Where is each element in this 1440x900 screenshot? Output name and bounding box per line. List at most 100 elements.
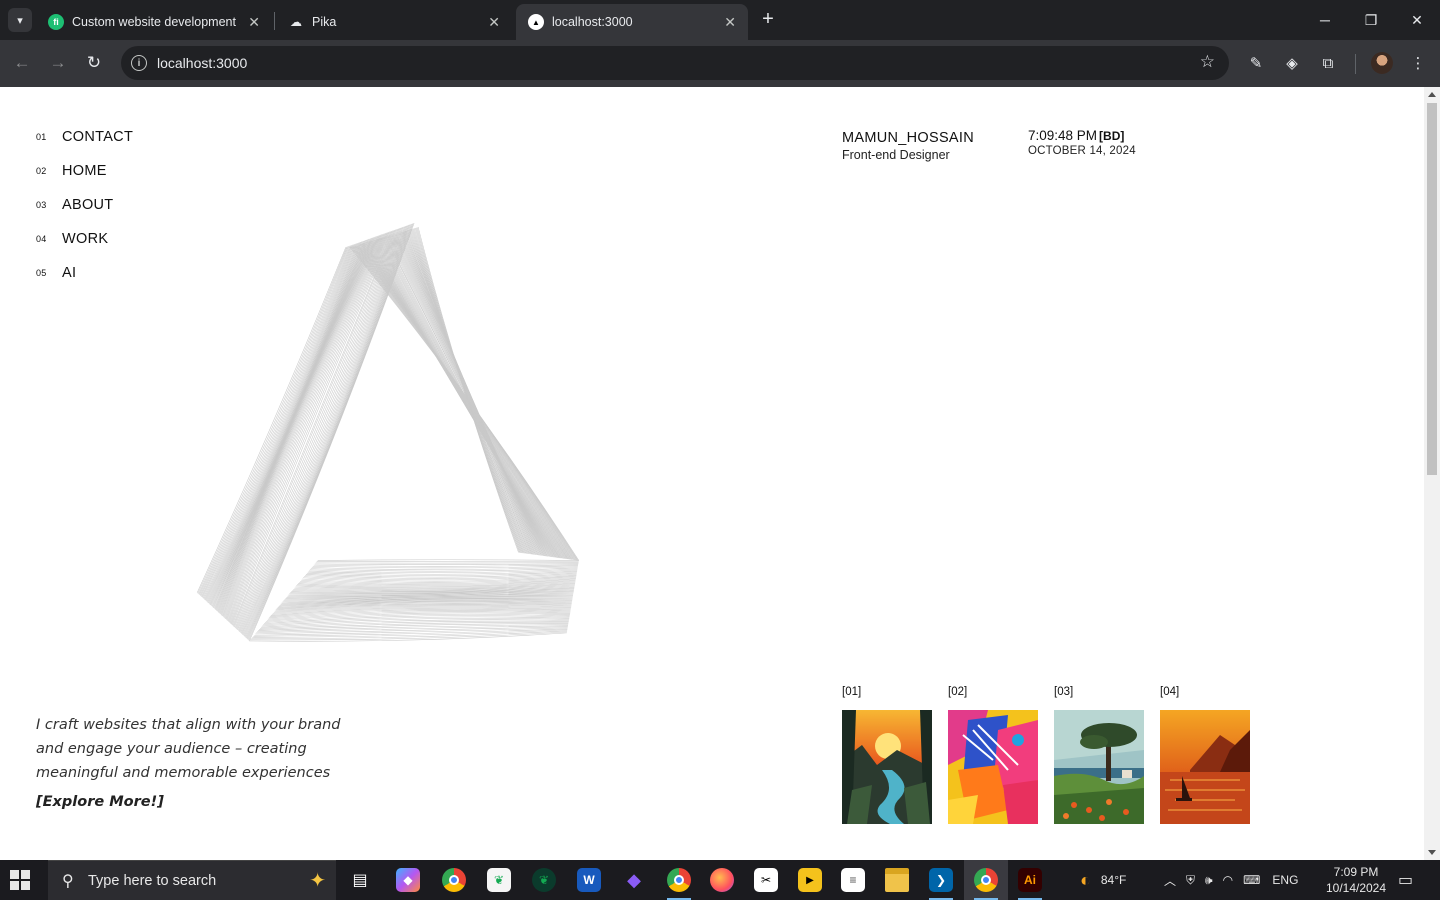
wireframe-stroke bbox=[317, 559, 579, 561]
back-arrow-icon[interactable]: ← bbox=[11, 52, 33, 74]
browser-toolbar: ← → ↻ i localhost:3000 ☆ ✎ ◈ ⧉ ⋮ bbox=[0, 40, 1440, 87]
forward-arrow-icon[interactable]: → bbox=[47, 52, 69, 74]
word-app-icon[interactable]: W bbox=[567, 860, 611, 900]
tab-title: localhost:3000 bbox=[552, 15, 633, 29]
main-menu: 01 CONTACT 02 HOME 03 ABOUT 04 WORK 05 A… bbox=[36, 129, 133, 299]
bookmark-star-icon[interactable]: ☆ bbox=[1200, 52, 1215, 72]
site-info-icon[interactable]: i bbox=[131, 55, 147, 71]
menu-number: 04 bbox=[36, 234, 47, 244]
clock-time: 7:09:48 PM bbox=[1028, 128, 1098, 143]
task-view-icon[interactable]: ▤ bbox=[338, 860, 382, 900]
menu-number: 01 bbox=[36, 132, 47, 142]
reload-icon[interactable]: ↻ bbox=[83, 52, 105, 74]
menu-label[interactable]: HOME bbox=[62, 163, 107, 179]
window-close-icon[interactable]: ✕ bbox=[1394, 0, 1440, 40]
gallery-item-1[interactable]: [01] bbox=[842, 686, 932, 824]
taskbar-time: 7:09 PM bbox=[1333, 865, 1379, 879]
tab-pika[interactable]: ☁ Pika ✕ bbox=[276, 4, 512, 40]
gallery-thumbnail-tree-landscape[interactable] bbox=[1054, 710, 1144, 824]
tab-title: Custom website development s bbox=[72, 15, 241, 29]
menu-label[interactable]: AI bbox=[62, 265, 76, 281]
explore-more-link[interactable]: [Explore More!] bbox=[36, 794, 164, 810]
language-indicator[interactable]: ENG bbox=[1272, 873, 1298, 887]
menu-label[interactable]: CONTACT bbox=[62, 129, 133, 145]
firefox-app-icon[interactable] bbox=[700, 860, 744, 900]
menu-item-ai[interactable]: 05 AI bbox=[36, 265, 133, 299]
scrollbar-thumb[interactable] bbox=[1427, 103, 1437, 475]
vscode-app-icon[interactable]: ❯ bbox=[919, 860, 963, 900]
gallery-item-3[interactable]: [03] bbox=[1054, 686, 1144, 824]
toolbar-divider bbox=[1355, 54, 1356, 74]
menu-label[interactable]: WORK bbox=[62, 231, 108, 247]
wireframe-stroke bbox=[406, 230, 530, 555]
menu-number: 02 bbox=[36, 166, 47, 176]
menu-number: 03 bbox=[36, 200, 47, 210]
weather-widget[interactable]: ◐ 84°F bbox=[1080, 860, 1126, 900]
menu-item-work[interactable]: 04 WORK bbox=[36, 231, 133, 265]
clock-date: OCTOBER 14, 2024 bbox=[1028, 145, 1136, 157]
wireframe-triangle-artwork bbox=[196, 222, 580, 642]
tab-fiverr[interactable]: fi Custom website development s ✕ bbox=[36, 4, 272, 40]
security-shield-icon[interactable]: ⛨ bbox=[1186, 873, 1195, 888]
chrome-app-icon[interactable] bbox=[432, 860, 476, 900]
scroll-up-icon[interactable] bbox=[1428, 92, 1436, 97]
copilot-sparkle-icon[interactable]: ✦ bbox=[309, 868, 326, 893]
address-bar[interactable]: i localhost:3000 ☆ bbox=[121, 46, 1229, 80]
restore-icon[interactable]: ❐ bbox=[1348, 0, 1394, 40]
chrome-active-app-icon[interactable] bbox=[964, 860, 1008, 900]
page-viewport: 01 CONTACT 02 HOME 03 ABOUT 04 WORK 05 A… bbox=[0, 87, 1424, 860]
new-tab-icon[interactable]: + bbox=[756, 8, 780, 31]
show-hidden-icons-chevron-icon[interactable]: ︿ bbox=[1164, 872, 1176, 889]
page-scrollbar[interactable] bbox=[1424, 87, 1440, 860]
gallery-thumbnail-abstract-paint[interactable] bbox=[948, 710, 1038, 824]
mongodb-compass-icon[interactable]: ❦ bbox=[477, 860, 521, 900]
profile-avatar[interactable] bbox=[1371, 52, 1393, 74]
mongodb-icon[interactable]: ❦ bbox=[522, 860, 566, 900]
close-tab-icon[interactable]: ✕ bbox=[488, 14, 500, 31]
gallery-thumbnail-sailboat-sunset[interactable] bbox=[1160, 710, 1250, 824]
extension-icon[interactable]: ◈ bbox=[1281, 52, 1303, 74]
menu-kebab-icon[interactable]: ⋮ bbox=[1407, 52, 1429, 74]
tab-localhost[interactable]: ▲ localhost:3000 ✕ bbox=[516, 4, 748, 40]
address-url[interactable]: localhost:3000 bbox=[157, 55, 247, 71]
scroll-down-icon[interactable] bbox=[1428, 850, 1436, 855]
capcut-app-icon[interactable]: ✂ bbox=[744, 860, 788, 900]
browser-tab-bar: ▾ fi Custom website development s ✕ ☁ Pi… bbox=[0, 0, 1440, 40]
close-tab-icon[interactable]: ✕ bbox=[248, 14, 260, 31]
system-tray: ︿ ⛨ 🕪 ◠ ⌨ ENG bbox=[1164, 860, 1298, 900]
close-tab-icon[interactable]: ✕ bbox=[724, 14, 736, 31]
copilot-app-icon[interactable]: ◆ bbox=[386, 860, 430, 900]
notifications-icon[interactable]: ▭ bbox=[1398, 860, 1413, 900]
menu-item-contact[interactable]: 01 CONTACT bbox=[36, 129, 133, 163]
menu-item-about[interactable]: 03 ABOUT bbox=[36, 197, 133, 231]
minimize-icon[interactable]: ─ bbox=[1302, 0, 1348, 40]
keyboard-icon[interactable]: ⌨ bbox=[1243, 873, 1260, 887]
tab-separator bbox=[274, 12, 275, 30]
taskbar-search-placeholder[interactable]: Type here to search bbox=[88, 873, 216, 889]
gallery-item-2[interactable]: [02] bbox=[948, 686, 1038, 824]
notepad-app-icon[interactable]: ≡ bbox=[831, 860, 875, 900]
wireframe-stroke bbox=[200, 245, 351, 597]
extensions-puzzle-icon[interactable]: ⧉ bbox=[1317, 52, 1339, 74]
weather-temperature: 84°F bbox=[1100, 873, 1127, 887]
windows-start-icon[interactable] bbox=[10, 870, 30, 890]
menu-item-home[interactable]: 02 HOME bbox=[36, 163, 133, 197]
volume-icon[interactable]: 🕪 bbox=[1205, 873, 1213, 888]
gallery-item-4[interactable]: [04] bbox=[1160, 686, 1250, 824]
wifi-icon[interactable]: ◠ bbox=[1223, 873, 1233, 887]
gallery-thumbnail-sunset-river[interactable] bbox=[842, 710, 932, 824]
obsidian-app-icon[interactable]: ◆ bbox=[612, 860, 656, 900]
author-role: Front-end Designer bbox=[842, 148, 950, 162]
player-app-icon[interactable]: ▶ bbox=[788, 860, 832, 900]
wireframe-stroke bbox=[233, 230, 394, 627]
eyedropper-extension-icon[interactable]: ✎ bbox=[1245, 52, 1267, 74]
tab-search-chevron-icon[interactable]: ▾ bbox=[8, 8, 32, 32]
illustrator-app-icon[interactable]: Ai bbox=[1008, 860, 1052, 900]
chrome-profile-app-icon[interactable] bbox=[657, 860, 701, 900]
gallery-index: [01] bbox=[842, 686, 862, 698]
menu-number: 05 bbox=[36, 268, 47, 278]
taskbar-clock[interactable]: 7:09 PM 10/14/2024 bbox=[1318, 864, 1394, 896]
menu-label[interactable]: ABOUT bbox=[62, 197, 113, 213]
file-explorer-icon[interactable] bbox=[875, 860, 919, 900]
taskbar-search-box[interactable]: ⚲ Type here to search ✦ bbox=[48, 860, 336, 900]
